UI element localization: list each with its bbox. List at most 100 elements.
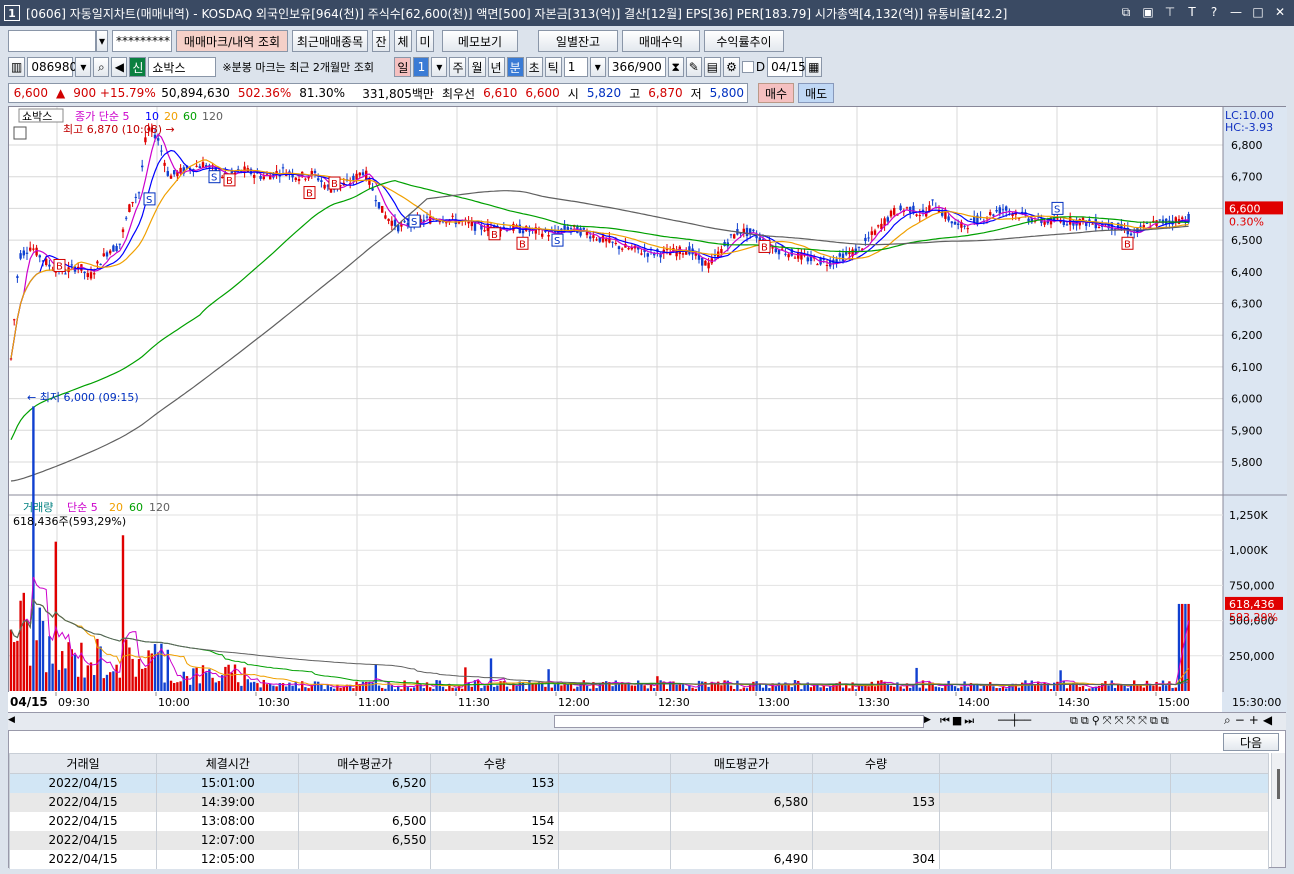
volume-bar [1174,687,1177,691]
period-minute[interactable]: 분 [506,57,524,77]
gear-icon[interactable]: ⚙ [723,57,740,77]
volume-bar [915,667,918,691]
stock-code-input[interactable]: 086980 [27,57,77,77]
column-header[interactable] [1050,753,1172,774]
period-yearly[interactable]: 년 [487,57,505,77]
candle [45,258,48,265]
column-header[interactable]: 매도평균가 [669,753,814,774]
sell-button[interactable]: 매도 [798,83,835,103]
buy-button[interactable]: 매수 [758,83,795,103]
period-monthly[interactable]: 월 [468,57,486,77]
table-row[interactable]: 2022/04/15 12:07:00 6,550 152 [8,830,1269,850]
column-header[interactable]: 매수평균가 [298,753,432,774]
y-tick-label: 6,100 [1231,361,1263,374]
speaker-icon[interactable]: ◀ [111,57,128,77]
trade-mark-query-button[interactable]: 매매마크/내역 조회 [176,30,288,52]
volume-bar [1053,682,1056,691]
volume-bar [889,685,893,691]
return-trend-button[interactable]: 수익률추이 [704,30,784,52]
candle [96,261,99,264]
period-daily[interactable]: 일 [394,57,412,77]
chevron-down-icon[interactable]: ▾ [431,57,448,77]
column-header[interactable]: 수량 [812,753,940,774]
balance-button[interactable]: 잔 [372,30,390,52]
help-icon[interactable]: ? [1206,3,1222,21]
volume-bar [665,688,669,691]
zoom-slider[interactable]: ──┼── [998,714,1031,727]
chevron-down-icon[interactable]: ▾ [96,30,108,52]
d-checkbox[interactable] [741,61,754,73]
scroll-left-icon[interactable]: ◀ [8,715,20,729]
volume-bar [128,647,131,691]
daily-balance-button[interactable]: 일별잔고 [538,30,618,52]
table-cell [1170,811,1269,831]
restore-down-icon[interactable]: ⧉ [1118,3,1134,21]
pin-icon[interactable]: ⊤ [1162,3,1178,21]
scroll-right-icon[interactable]: ▶ [924,715,936,729]
date-input[interactable]: 04/15 [767,57,806,77]
search-icon[interactable]: ⌕ [93,57,110,77]
table-scroll-thumb[interactable] [1277,769,1280,799]
column-header[interactable]: 거래일 [8,753,158,774]
zoom-icons[interactable]: ⌕−+◀ [1224,713,1276,728]
candle-settings-icon[interactable]: ⧗ [667,57,684,77]
tile-icon[interactable]: ▣ [1140,3,1156,21]
table-row[interactable]: 2022/04/15 12:05:00 6,490 304 [8,849,1269,869]
chevron-down-icon[interactable]: ▾ [75,57,92,77]
chart-area[interactable]: 6,800 6,700 6,600 6,500 6,400 6,300 6,200 6,100… [8,106,1287,713]
playback-controls[interactable]: ⏮■⏭ [940,714,976,728]
maximize-icon[interactable]: □ [1250,3,1266,21]
candle [313,170,317,173]
memo-button[interactable]: 메모보기 [442,30,518,52]
period-second[interactable]: 초 [525,57,543,77]
interval-input[interactable]: 1 [563,57,588,77]
table-cell [812,811,940,831]
chart-scroll-bar[interactable]: ◀ ▶ ⏮■⏭ ──┼── ⧉⧉⚲⤧⤧⤧⤧⧉⧉ ⌕−+◀ [8,712,1286,730]
password-field[interactable]: ********* [112,30,172,52]
volume-bar [995,688,998,691]
volume-bar [144,667,147,691]
scroll-thumb[interactable] [554,715,924,728]
table-row[interactable]: 2022/04/15 15:01:00 6,520 153 [8,773,1269,793]
calendar-icon[interactable]: ▦ [805,57,823,77]
column-header[interactable]: 체결시간 [156,753,300,774]
volume-bar [195,667,198,691]
volume-bar [553,684,557,691]
volume-bar [902,688,905,691]
save-icon[interactable]: ▤ [703,57,722,77]
candle [115,246,118,252]
chart-canvas[interactable]: 6,800 6,700 6,600 6,500 6,400 6,300 6,200 6,100… [9,107,1287,713]
y-tick-label: 5,800 [1231,456,1263,469]
period-tick[interactable]: 틱 [544,57,562,77]
font-icon[interactable]: T [1184,3,1200,21]
table-row[interactable]: 2022/04/15 13:08:00 6,500 154 [8,811,1269,831]
column-header[interactable] [558,753,671,774]
chevron-down-icon[interactable]: ▾ [589,57,606,77]
volume-bar [464,667,467,691]
next-button[interactable]: 다음 [1223,733,1279,751]
close-icon[interactable]: ✕ [1272,3,1288,21]
chart-type-icon[interactable]: ▥ [8,57,26,77]
chart-tool-icons[interactable]: ⧉⧉⚲⤧⤧⤧⤧⧉⧉ [1070,714,1172,728]
period-weekly[interactable]: 주 [449,57,467,77]
filled-button[interactable]: 체 [394,30,412,52]
recent-trade-button[interactable]: 최근매매종목 [292,30,368,52]
unfilled-button[interactable]: 미 [416,30,434,52]
candle [9,358,13,360]
candle [470,221,473,227]
table-row[interactable]: 2022/04/15 14:39:00 6,580 153 [8,792,1269,812]
count-field[interactable]: 366/900 [607,57,666,77]
stock-name-field[interactable]: 쇼박스 [148,57,217,77]
column-header[interactable] [1170,753,1269,774]
column-header[interactable] [938,753,1052,774]
table-scrollbar[interactable] [1271,753,1285,867]
account-select[interactable] [8,30,96,52]
trade-profit-button[interactable]: 매매수익 [622,30,700,52]
volume-bar [1030,680,1033,691]
table-toggle-icon [13,126,27,140]
minimize-icon[interactable]: — [1228,3,1244,21]
draw-tool-icon[interactable]: ✎ [685,57,702,77]
candle [745,227,749,237]
period-value[interactable]: 1 [413,57,430,77]
column-header[interactable]: 수량 [430,753,560,774]
